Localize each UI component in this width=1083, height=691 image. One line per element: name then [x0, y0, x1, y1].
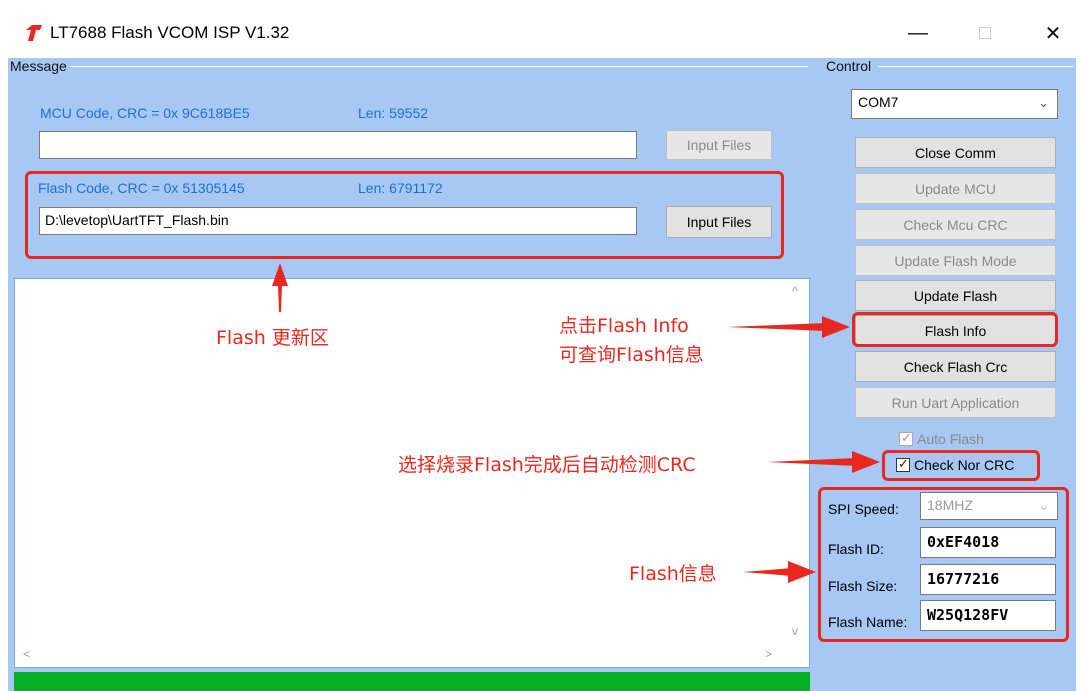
control-group-title: Control	[826, 58, 872, 74]
minimize-button[interactable]: —	[895, 16, 941, 50]
com-port-value: COM7	[858, 94, 899, 110]
annotation-flash-info-area: Flash信息	[629, 563, 717, 585]
app-logo-icon	[26, 25, 42, 41]
mcu-input-files-button[interactable]: Input Files	[666, 130, 772, 160]
message-group-title: Message	[10, 58, 67, 74]
check-nor-crc-highlight	[882, 450, 1040, 481]
update-flash-mode-button[interactable]: Update Flash Mode	[855, 245, 1056, 276]
annotation-flash-info-line1: 点击Flash Info	[559, 315, 689, 337]
control-group-border	[878, 66, 1073, 67]
run-uart-application-button[interactable]: Run Uart Application	[855, 387, 1056, 418]
auto-flash-label: Auto Flash	[917, 431, 984, 447]
com-port-select[interactable]: COM7 ⌄	[851, 89, 1058, 119]
mcu-code-crc-label: MCU Code, CRC = 0x 9C618BE5	[40, 105, 250, 121]
chevron-down-icon: ⌄	[1038, 95, 1049, 110]
check-flash-crc-button[interactable]: Check Flash Crc	[855, 351, 1056, 382]
update-mcu-button[interactable]: Update MCU	[855, 173, 1056, 204]
close-button[interactable]: ✕	[1030, 16, 1076, 50]
title-bar[interactable]: LT7688 Flash VCOM ISP V1.32 — □ ✕	[0, 0, 1083, 58]
mcu-code-len-label: Len: 59552	[358, 105, 429, 121]
check-mcu-crc-button[interactable]: Check Mcu CRC	[855, 209, 1056, 240]
close-comm-button[interactable]: Close Comm	[855, 137, 1056, 168]
message-group-border	[70, 66, 808, 67]
flash-info-panel-highlight	[818, 487, 1069, 642]
mcu-file-path-input[interactable]	[39, 131, 637, 159]
annotation-flash-update-area: Flash 更新区	[216, 327, 329, 349]
annotation-auto-crc: 选择烧录Flash完成后自动检测CRC	[398, 454, 696, 476]
progress-bar-fill	[14, 672, 810, 691]
auto-flash-checkbox[interactable]: ✓ Auto Flash	[899, 430, 984, 447]
scroll-right-icon[interactable]: >	[765, 647, 772, 661]
progress-bar	[14, 672, 810, 691]
flash-info-button-highlight	[852, 312, 1058, 347]
scroll-left-icon[interactable]: <	[23, 647, 30, 661]
window-title: LT7688 Flash VCOM ISP V1.32	[50, 23, 290, 42]
checkbox-icon: ✓	[899, 430, 913, 446]
annotation-flash-info-line2: 可查询Flash信息	[559, 344, 704, 366]
update-flash-button[interactable]: Update Flash	[855, 280, 1056, 311]
scroll-up-icon[interactable]: ^	[792, 284, 798, 298]
flash-update-area-highlight	[25, 171, 784, 259]
scroll-down-icon[interactable]: v	[792, 624, 798, 638]
maximize-button[interactable]: □	[962, 16, 1008, 50]
